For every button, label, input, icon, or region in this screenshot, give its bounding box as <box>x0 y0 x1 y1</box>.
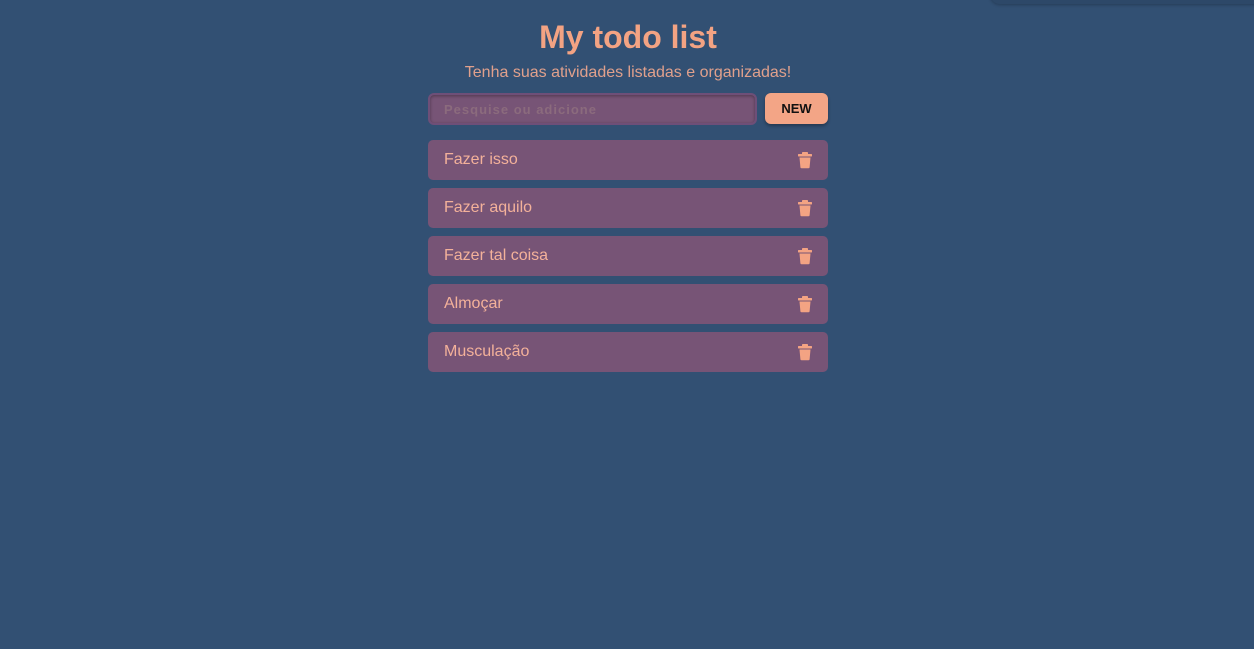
window-corner-decoration <box>990 0 1254 4</box>
search-row: NEW <box>428 93 828 125</box>
todo-label: Fazer isso <box>444 151 518 168</box>
page-title: My todo list <box>539 19 717 55</box>
page-subtitle: Tenha suas atividades listadas e organiz… <box>464 64 792 81</box>
todo-label: Almoçar <box>444 295 503 312</box>
todo-label: Fazer tal coisa <box>444 247 549 264</box>
search-input[interactable] <box>428 93 757 125</box>
new-button[interactable]: NEW <box>765 93 828 124</box>
trash-icon[interactable] <box>796 343 814 361</box>
todo-item[interactable]: Fazer aquilo <box>428 188 828 228</box>
todo-label: Musculação <box>444 343 530 360</box>
todo-label: Fazer aquilo <box>444 199 533 216</box>
trash-icon[interactable] <box>796 247 814 265</box>
trash-icon[interactable] <box>796 295 814 313</box>
todo-list: Fazer isso Fazer aquilo Fazer tal coisa … <box>428 140 828 380</box>
todo-item[interactable]: Musculação <box>428 332 828 372</box>
todo-item[interactable]: Fazer isso <box>428 140 828 180</box>
trash-icon[interactable] <box>796 151 814 169</box>
todo-item[interactable]: Almoçar <box>428 284 828 324</box>
todo-item[interactable]: Fazer tal coisa <box>428 236 828 276</box>
trash-icon[interactable] <box>796 199 814 217</box>
